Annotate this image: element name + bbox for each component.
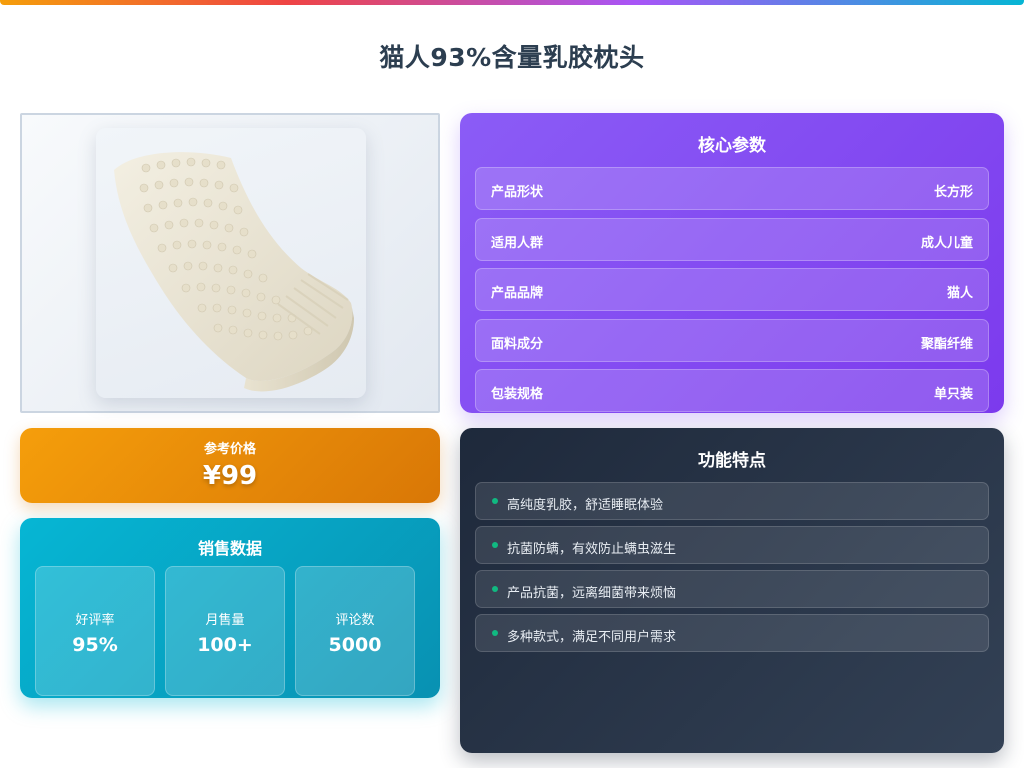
dot-icon [492, 586, 498, 592]
spec-key: 面料成分 [491, 337, 544, 352]
stat-value: 100+ [197, 634, 253, 656]
spec-value: 猫人 [946, 286, 973, 301]
spec-value: 成人儿童 [920, 236, 973, 251]
stat-card-rating: 好评率 95% [35, 566, 155, 696]
spec-key: 适用人群 [491, 236, 544, 251]
price-value: ¥99 [202, 461, 258, 491]
price-label: 参考价格 [203, 442, 256, 457]
dot-icon [492, 542, 498, 548]
stat-label: 评论数 [335, 613, 375, 628]
stat-card-reviews: 评论数 5000 [295, 566, 415, 696]
spec-key: 包装规格 [491, 387, 544, 402]
feature-item: 产品抗菌，远离细菌带来烦恼 [475, 570, 989, 608]
feature-text: 多种款式，满足不同用户需求 [507, 630, 677, 645]
spec-row-shape: 产品形状 长方形 [475, 167, 989, 210]
features-panel: 功能特点 高纯度乳胶，舒适睡眠体验 抗菌防螨，有效防止螨虫滋生 产品抗菌，远离细… [460, 428, 1004, 753]
feature-text: 高纯度乳胶，舒适睡眠体验 [507, 498, 664, 513]
spec-row-brand: 产品品牌 猫人 [475, 268, 989, 311]
top-accent-bar [0, 0, 1024, 5]
feature-text: 产品抗菌，远离细菌带来烦恼 [507, 586, 677, 601]
spec-value: 单只装 [933, 387, 973, 402]
stat-value: 5000 [328, 634, 382, 656]
stat-value: 95% [72, 634, 118, 656]
sales-panel: 销售数据 好评率 95% 月售量 100+ 评论数 5000 [20, 518, 440, 698]
price-panel: 参考价格 ¥99 [20, 428, 440, 503]
spec-row-packaging: 包装规格 单只装 [475, 369, 989, 412]
spec-row-audience: 适用人群 成人儿童 [475, 218, 989, 261]
latex-pillow-image [114, 152, 354, 392]
feature-item: 多种款式，满足不同用户需求 [475, 614, 989, 652]
dot-icon [492, 498, 498, 504]
spec-key: 产品品牌 [491, 286, 544, 301]
feature-item: 抗菌防螨，有效防止螨虫滋生 [475, 526, 989, 564]
features-title: 功能特点 [698, 451, 766, 471]
spec-value: 聚酯纤维 [920, 337, 973, 352]
feature-text: 抗菌防螨，有效防止螨虫滋生 [507, 542, 677, 557]
product-image-panel [20, 113, 440, 413]
feature-item: 高纯度乳胶，舒适睡眠体验 [475, 482, 989, 520]
spec-row-fabric: 面料成分 聚酯纤维 [475, 319, 989, 362]
stat-card-monthly-sales: 月售量 100+ [165, 566, 285, 696]
stat-label: 月售量 [205, 613, 245, 628]
sales-title: 销售数据 [197, 539, 262, 558]
spec-value: 长方形 [933, 185, 973, 200]
specs-panel: 核心参数 产品形状 长方形 适用人群 成人儿童 产品品牌 猫人 面料成分 聚酯纤… [460, 113, 1004, 413]
product-image[interactable] [96, 128, 366, 398]
dot-icon [492, 630, 498, 636]
stat-label: 好评率 [75, 613, 115, 628]
spec-key: 产品形状 [491, 185, 544, 200]
page-title: 猫人93%含量乳胶枕头 [379, 43, 645, 72]
specs-title: 核心参数 [698, 136, 766, 156]
